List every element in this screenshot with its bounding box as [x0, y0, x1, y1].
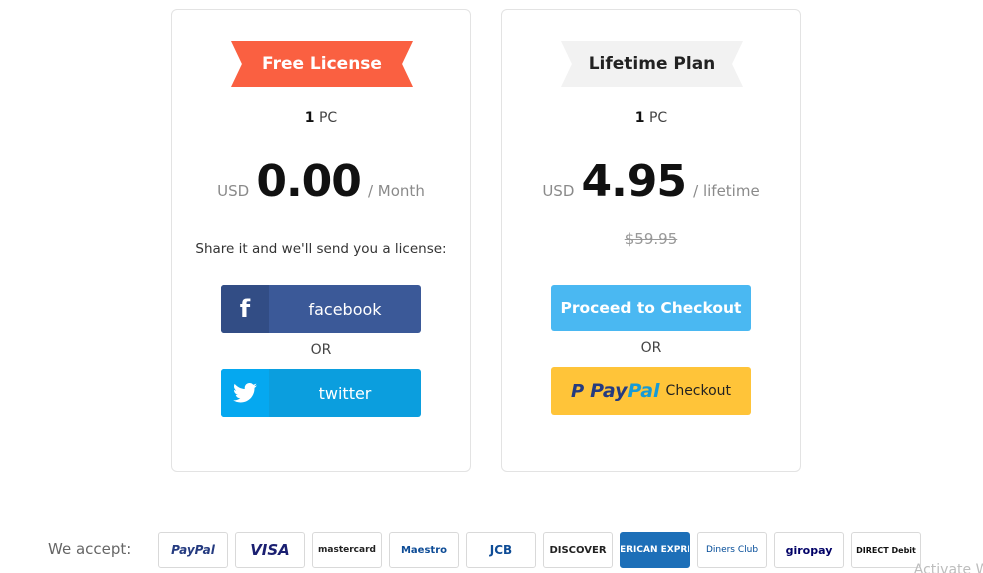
- visa-card-icon: VISA: [235, 532, 305, 568]
- diners-club-icon: Diners Club: [697, 532, 767, 568]
- direct-debit-icon: DIRECT Debit: [851, 532, 921, 568]
- paypal-card-icon: PayPal: [158, 532, 228, 568]
- mastercard-icon: mastercard: [312, 532, 382, 568]
- free-price: USD 0.00 / Month: [172, 156, 470, 207]
- lifetime-plan-card: Lifetime Plan 1 PC USD 4.95 / lifetime $…: [501, 9, 801, 472]
- facebook-label: facebook: [308, 299, 382, 319]
- maestro-card-icon: Maestro: [389, 532, 459, 568]
- we-accept-label: We accept:: [48, 540, 132, 558]
- twitter-share-button[interactable]: twitter: [221, 369, 421, 417]
- paypal-checkout-button[interactable]: P PayPal Checkout: [551, 367, 751, 415]
- paypal-checkout-label: Checkout: [665, 383, 732, 399]
- or-divider-lifetime: OR: [640, 340, 662, 356]
- facebook-icon: f: [221, 285, 269, 333]
- proceed-to-checkout-button[interactable]: Proceed to Checkout: [551, 285, 751, 331]
- free-license-card: Free License 1 PC USD 0.00 / Month Share…: [171, 9, 471, 472]
- facebook-share-button[interactable]: f facebook: [221, 285, 421, 333]
- free-pc-count: 1 PC: [304, 110, 338, 126]
- payment-methods: PayPal VISA mastercard Maestro JCB DISCO…: [158, 532, 921, 568]
- share-text: Share it and we'll send you a license:: [195, 241, 447, 257]
- or-divider-free: OR: [310, 342, 332, 358]
- original-price: $59.95: [624, 230, 678, 248]
- free-period: / Month: [367, 182, 425, 200]
- paypal-wordmark: PayPal: [590, 380, 660, 402]
- jcb-card-icon: JCB: [466, 532, 536, 568]
- free-currency: USD: [217, 182, 250, 200]
- lifetime-amount: 4.95: [581, 156, 687, 207]
- paypal-logo-icon: P: [570, 380, 585, 402]
- free-license-ribbon: Free License: [231, 41, 413, 87]
- lifetime-pc-count: 1 PC: [634, 110, 668, 126]
- lifetime-plan-ribbon: Lifetime Plan: [561, 41, 743, 87]
- twitter-label: twitter: [318, 383, 372, 403]
- lifetime-period: / lifetime: [693, 182, 760, 200]
- giropay-icon: giropay: [774, 532, 844, 568]
- twitter-bird-icon: [221, 369, 269, 417]
- lifetime-price: USD 4.95 / lifetime: [502, 156, 800, 207]
- american-express-icon: AMERICAN EXPRESS: [620, 532, 690, 568]
- activate-windows-watermark: Activate Wi: [913, 562, 983, 573]
- discover-card-icon: DISCOVER: [543, 532, 613, 568]
- lifetime-currency: USD: [542, 182, 575, 200]
- free-amount: 0.00: [256, 156, 362, 207]
